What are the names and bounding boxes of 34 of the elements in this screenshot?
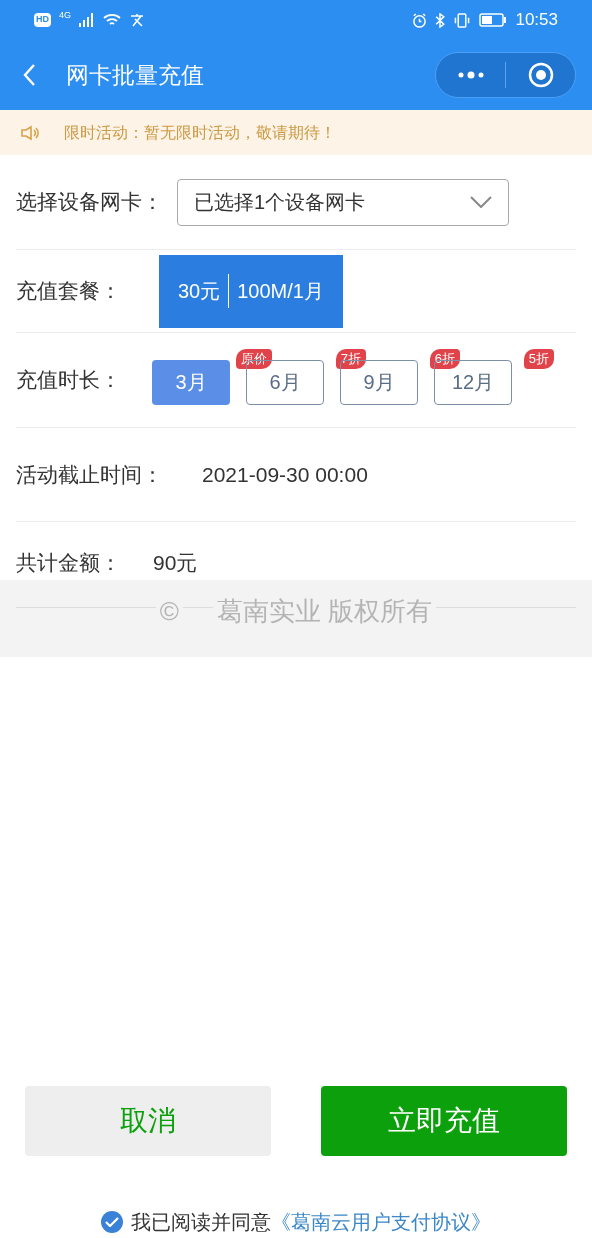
vibrate-icon [453,12,472,28]
agreement-link[interactable]: 《葛南云用户支付协议》 [271,1207,491,1237]
cancel-button[interactable]: 取消 [25,1086,271,1156]
agreement-text: 我已阅读并同意 [131,1210,271,1235]
device-label: 选择设备网卡： [16,189,163,216]
network-type: 4G [59,9,71,23]
clock-time: 10:53 [515,9,558,32]
bluetooth-icon [435,12,446,28]
recharge-button[interactable]: 立即充值 [321,1086,567,1156]
total-label: 共计金额： [16,549,122,576]
battery-icon [479,13,508,27]
target-icon [527,62,554,88]
total-value: 90元 [153,549,198,576]
alarm-icon [412,12,428,28]
check-icon [105,1217,119,1227]
deadline-label: 活动截止时间： [16,461,164,488]
agreement-checkbox[interactable] [101,1211,123,1233]
package-label: 充值套餐： [16,278,122,305]
hd-icon: HD [34,13,51,27]
signal-icon [79,13,95,27]
more-icon [456,71,485,79]
wifi-icon [103,13,121,27]
chevron-down-icon [470,196,492,208]
package-option[interactable]: 30元 100M/1月 [159,254,343,328]
duration-option[interactable]: 3月 [152,359,230,405]
speaker-icon [20,124,40,141]
page-title: 网卡批量充值 [66,60,204,90]
device-select[interactable]: 已选择1个设备网卡 [177,178,509,226]
discount-badge: 5折 [523,348,554,369]
deadline-value: 2021-09-30 00:00 [202,461,368,488]
notice-text: 限时活动：暂无限时活动，敬请期待！ [64,122,336,143]
back-icon [22,63,36,87]
translate-icon [129,13,145,27]
duration-label: 充值时长： [16,367,122,394]
